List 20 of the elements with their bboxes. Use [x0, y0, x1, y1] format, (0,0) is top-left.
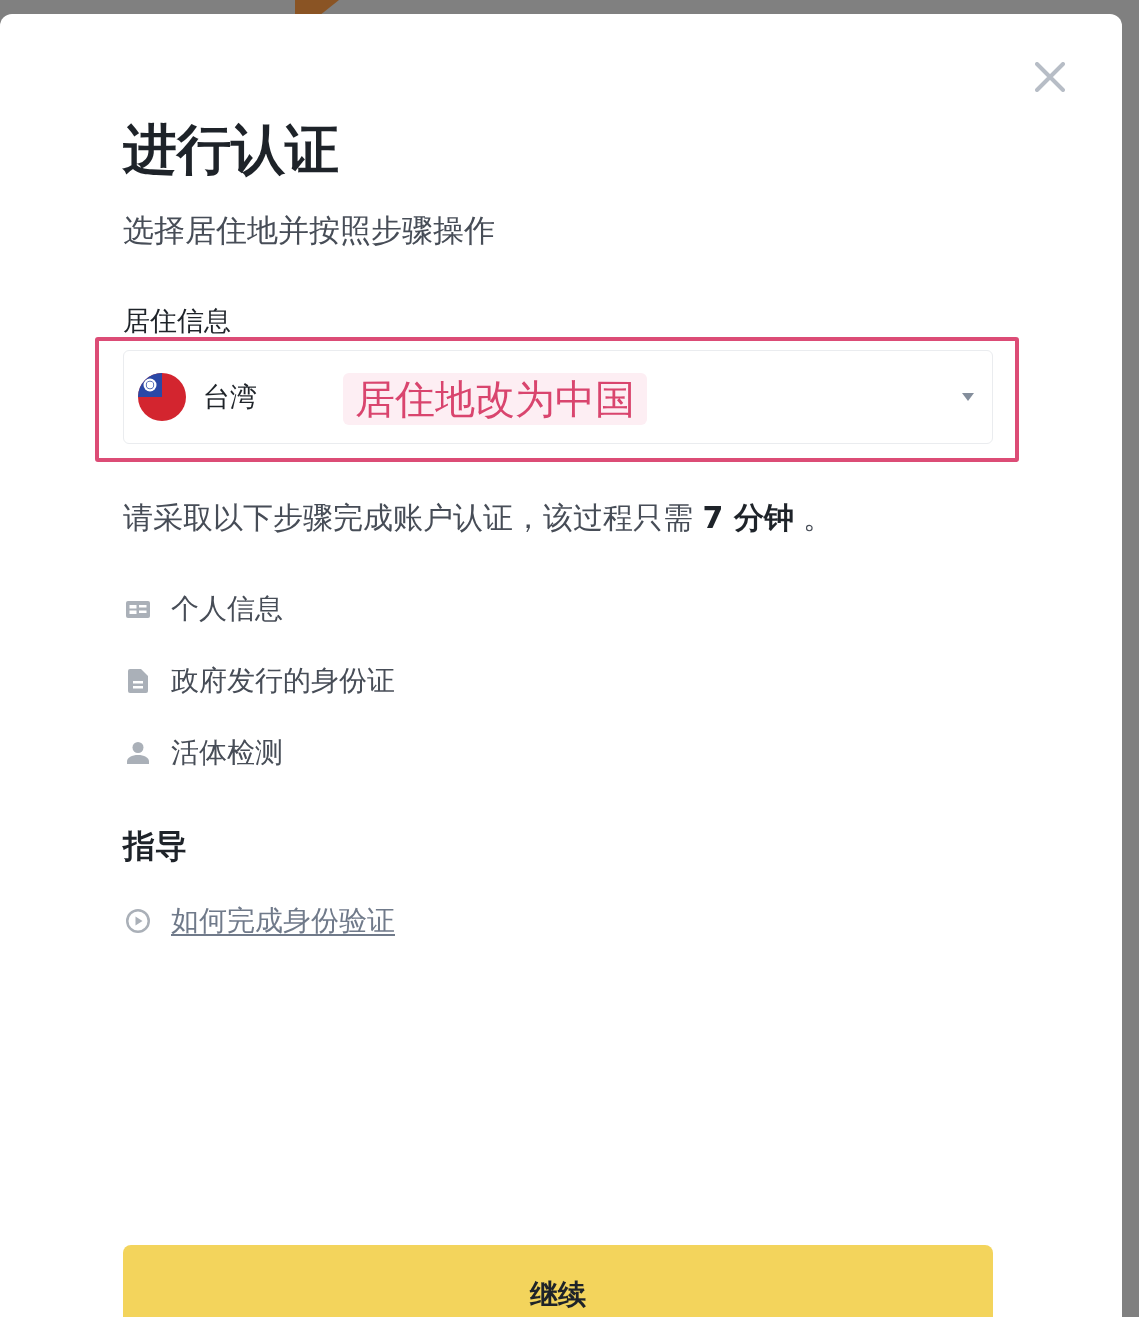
field-label: 居住信息 — [123, 305, 232, 337]
backdrop-shape — [295, 0, 339, 14]
section-heading: 指导 — [123, 826, 188, 866]
dialog-subtitle: 选择居住地并按照步骤操作 — [123, 211, 496, 250]
dialog-title: 进行认证 — [123, 118, 340, 182]
guide-link[interactable]: 如何完成身份验证 — [171, 901, 395, 941]
step-label: 政府发行的身份证 — [171, 663, 395, 699]
play-circle-icon — [126, 909, 150, 933]
continue-button[interactable]: 继续 — [123, 1245, 993, 1317]
document-icon — [128, 669, 148, 693]
close-button[interactable] — [1035, 62, 1065, 92]
flag-icon — [138, 373, 186, 421]
id-card-icon — [126, 600, 150, 618]
step-label: 个人信息 — [171, 591, 283, 627]
person-icon — [127, 742, 149, 764]
close-icon — [1035, 62, 1065, 92]
step-label: 活体检测 — [171, 735, 283, 771]
steps-intro: 请采取以下步骤完成账户认证，该过程只需 7 分钟 。 — [123, 499, 835, 537]
annotation-label: 居住地改为中国 — [343, 373, 647, 425]
caret-icon — [962, 393, 974, 401]
